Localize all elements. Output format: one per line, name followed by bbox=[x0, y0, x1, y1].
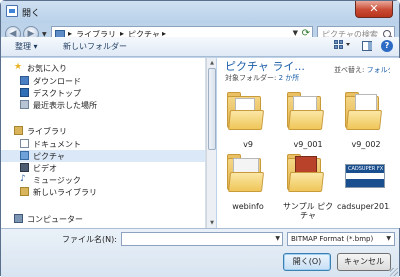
file-type-dropdown-icon[interactable]: ▼ bbox=[386, 235, 391, 242]
new-library-icon bbox=[20, 187, 29, 196]
dialog-icon bbox=[6, 5, 18, 17]
folder-item[interactable]: webinfo bbox=[219, 152, 277, 222]
nav-label: ダウンロード bbox=[33, 77, 81, 86]
filename-input[interactable] bbox=[122, 233, 267, 245]
address-dropdown-icon[interactable]: ▼ bbox=[293, 29, 298, 37]
file-type-value: BITMAP Format (*.bmp) bbox=[291, 235, 374, 243]
folder-item[interactable]: v9_001 bbox=[279, 90, 337, 160]
dialog-footer: ファイル名(N): ▼ BITMAP Format (*.bmp) ▼ 開く(O… bbox=[1, 228, 399, 277]
command-toolbar: 整理 ▾ 新しいフォルダー ? bbox=[1, 37, 399, 57]
item-label: v9_002 bbox=[351, 140, 381, 149]
nav-label: ピクチャ bbox=[33, 152, 65, 161]
filename-label: ファイル名(N): bbox=[62, 235, 117, 244]
title-bar[interactable]: 開く ✕ bbox=[1, 1, 399, 23]
nav-favorites[interactable]: ★ お気に入り bbox=[1, 62, 205, 74]
nav-label: ライブラリ bbox=[27, 127, 67, 136]
navigation-pane: ★ お気に入り ダウンロード デスクトップ 最近表示した場所 ライブラリ ドキュ… bbox=[1, 58, 206, 228]
library-title: ピクチャ ライ... bbox=[225, 60, 305, 73]
cancel-button[interactable]: キャンセル bbox=[337, 253, 391, 271]
nav-label: コンピューター bbox=[27, 215, 83, 224]
pictures-icon bbox=[20, 151, 29, 160]
open-file-dialog: 開く ✕ ◀ ▶ ▼ ▸ ライブラリ ▸ ピクチャ ▸ ▼ ⟳ ピクチャの検索 … bbox=[0, 0, 400, 277]
download-folder-icon bbox=[20, 76, 29, 85]
resize-grip-icon[interactable] bbox=[390, 268, 398, 276]
folder-icon bbox=[287, 90, 329, 130]
new-folder-button[interactable]: 新しいフォルダー bbox=[63, 41, 127, 52]
nav-documents[interactable]: ドキュメント bbox=[1, 138, 205, 150]
file-list-scroll-area bbox=[390, 58, 400, 228]
recent-places-icon bbox=[20, 100, 29, 109]
music-icon: ♪ bbox=[20, 174, 26, 184]
nav-music[interactable]: ♪ ミュージック bbox=[1, 174, 205, 186]
library-locations-link[interactable]: 2 か所 bbox=[279, 74, 300, 82]
nav-downloads[interactable]: ダウンロード bbox=[1, 75, 205, 87]
nav-label: 最近表示した場所 bbox=[33, 101, 97, 110]
folder-item[interactable]: v9_002 bbox=[337, 90, 395, 160]
desktop-icon bbox=[20, 88, 29, 97]
folder-icon bbox=[345, 90, 387, 130]
star-icon: ★ bbox=[14, 62, 23, 72]
folder-item[interactable]: v9 bbox=[219, 90, 277, 160]
open-button[interactable]: 開く(O) bbox=[283, 253, 331, 271]
nav-videos[interactable]: ビデオ bbox=[1, 162, 205, 174]
file-list-pane: ピクチャ ライ... 対象フォルダー: 2 か所 並べ替え: フォルダー ▾ v… bbox=[217, 58, 400, 228]
nav-label: ドキュメント bbox=[33, 140, 81, 149]
close-button[interactable]: ✕ bbox=[355, 1, 393, 18]
videos-icon bbox=[20, 163, 29, 172]
folder-item[interactable]: サンプル ピクチャ bbox=[279, 152, 337, 222]
folder-icon bbox=[227, 152, 269, 192]
item-label: サンプル ピクチャ bbox=[282, 202, 334, 220]
library-subtitle-prefix: 対象フォルダー: bbox=[225, 74, 277, 82]
filename-dropdown-icon[interactable]: ▼ bbox=[275, 235, 280, 242]
thumbnail-text: CADSUPER FX bbox=[348, 166, 384, 172]
scrollbar-thumb[interactable] bbox=[208, 68, 216, 150]
file-type-select[interactable]: BITMAP Format (*.bmp) ▼ bbox=[287, 232, 395, 246]
nav-computer[interactable]: コンピューター bbox=[1, 213, 205, 225]
item-label: cadsuper2015.bmp bbox=[337, 202, 400, 211]
nav-new-library[interactable]: 新しいライブラリ bbox=[1, 186, 205, 198]
folder-icon bbox=[227, 90, 269, 130]
navigation-scrollbar[interactable]: ▲ ▼ bbox=[206, 58, 216, 228]
filename-field[interactable]: ▼ bbox=[121, 232, 283, 246]
help-icon[interactable]: ? bbox=[381, 40, 393, 52]
nav-recent-places[interactable]: 最近表示した場所 bbox=[1, 99, 205, 111]
bmp-file-item[interactable]: CADSUPER FX cadsuper2015.bmp bbox=[337, 152, 400, 222]
libraries-icon bbox=[14, 126, 23, 135]
library-subtitle: 対象フォルダー: 2 か所 bbox=[225, 73, 299, 83]
folder-icon bbox=[287, 152, 329, 192]
item-label: v9_001 bbox=[293, 140, 323, 149]
scroll-up-icon[interactable]: ▲ bbox=[208, 60, 216, 66]
scroll-down-icon[interactable]: ▼ bbox=[208, 220, 216, 226]
arrange-label: 並べ替え: bbox=[334, 66, 365, 74]
nav-label: 新しいライブラリ bbox=[33, 188, 97, 197]
item-label: webinfo bbox=[232, 202, 264, 211]
nav-libraries[interactable]: ライブラリ bbox=[1, 125, 205, 137]
change-view-icon[interactable] bbox=[334, 40, 352, 52]
nav-desktop[interactable]: デスクトップ bbox=[1, 87, 205, 99]
nav-label: デスクトップ bbox=[33, 89, 81, 98]
dialog-title: 開く bbox=[22, 9, 41, 19]
nav-label: お気に入り bbox=[27, 64, 67, 73]
image-thumbnail-icon: CADSUPER FX bbox=[345, 152, 387, 192]
preview-pane-icon[interactable] bbox=[362, 41, 372, 51]
computer-icon bbox=[14, 214, 23, 223]
nav-pictures[interactable]: ピクチャ bbox=[1, 150, 205, 162]
documents-icon bbox=[20, 139, 29, 148]
nav-label: ミュージック bbox=[33, 176, 81, 185]
item-label: v9 bbox=[243, 140, 253, 149]
nav-label: ビデオ bbox=[33, 164, 57, 173]
organize-menu[interactable]: 整理 ▾ bbox=[15, 41, 38, 52]
